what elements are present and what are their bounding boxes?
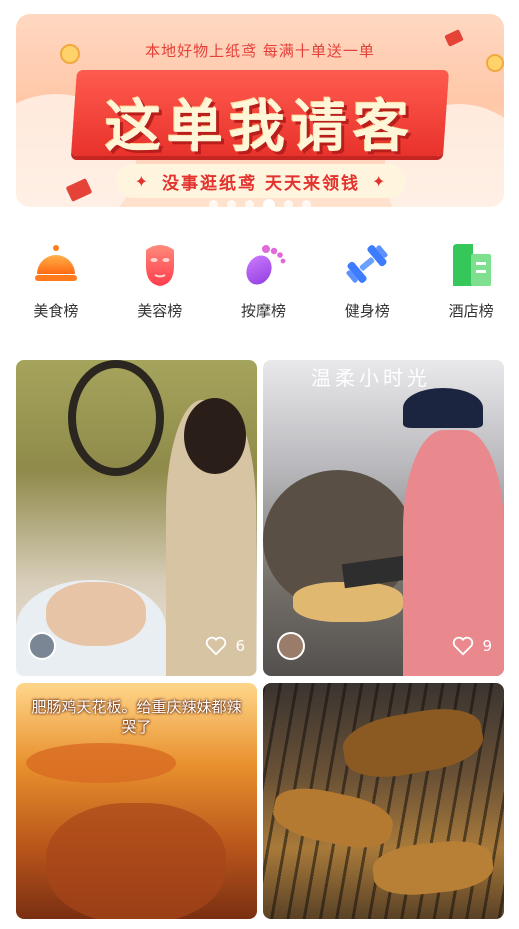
feed-card[interactable]: 6 xyxy=(16,360,257,676)
banner-pill-text: 没事逛纸鸢 天天来领钱 xyxy=(162,173,360,194)
like-count: 9 xyxy=(482,637,492,655)
sparkle-icon: ✦ xyxy=(134,171,151,191)
banner-subtitle: 本地好物上纸鸢 每满十单送一单 xyxy=(145,42,375,60)
hotel-building-icon xyxy=(447,240,495,288)
category-beauty[interactable]: 美容榜 xyxy=(112,240,208,321)
hair-shape xyxy=(184,398,246,474)
carousel-dot[interactable] xyxy=(302,200,311,207)
author-avatar[interactable] xyxy=(277,632,305,660)
category-label: 美容榜 xyxy=(137,302,183,320)
carousel-dot[interactable] xyxy=(284,200,293,207)
feed-card[interactable]: 温柔小时光 9 xyxy=(263,360,504,676)
carousel-dot-active[interactable] xyxy=(263,198,275,207)
spoon-shape xyxy=(26,743,176,783)
face-shape xyxy=(46,582,146,646)
dish-shape xyxy=(46,803,226,919)
feed-card[interactable] xyxy=(263,683,504,919)
video-watermark: 温柔小时光 xyxy=(311,366,431,390)
category-row: 美食榜 美容榜 按摩榜 健身榜 酒店榜 xyxy=(0,240,519,321)
food-cloche-icon xyxy=(32,240,80,288)
promo-banner[interactable]: 本地好物上纸鸢 每满十单送一单 这单我请客 ✦ 没事逛纸鸢 天天来领钱 ✦ xyxy=(16,14,504,207)
dumbbell-icon xyxy=(343,240,391,288)
category-label: 酒店榜 xyxy=(448,302,494,320)
card-caption: 肥肠鸡天花板。给重庆辣妹都辣哭了 xyxy=(31,698,242,736)
category-fitness[interactable]: 健身榜 xyxy=(319,240,415,321)
category-label: 美食榜 xyxy=(33,302,79,320)
category-label: 按摩榜 xyxy=(240,302,286,320)
sparkle-icon: ✦ xyxy=(371,171,388,191)
feed-card[interactable]: 肥肠鸡天花板。给重庆辣妹都辣哭了 xyxy=(16,683,257,919)
carousel-dot[interactable] xyxy=(227,200,236,207)
mirror-decoration xyxy=(68,360,164,476)
heart-icon xyxy=(453,636,474,656)
foot-icon xyxy=(239,240,287,288)
carousel-indicator xyxy=(16,198,504,207)
category-label: 健身榜 xyxy=(344,302,390,320)
like-counter[interactable]: 9 xyxy=(452,636,492,656)
carousel-dot[interactable] xyxy=(245,200,254,207)
face-mask-icon xyxy=(136,240,184,288)
banner-headline: 这单我请客 xyxy=(105,95,415,160)
like-count: 6 xyxy=(235,637,245,655)
banner-pill: ✦ 没事逛纸鸢 天天来领钱 ✦ xyxy=(116,164,406,198)
author-avatar[interactable] xyxy=(28,632,56,660)
like-counter[interactable]: 6 xyxy=(205,636,245,656)
heart-icon xyxy=(206,636,227,656)
carousel-dot[interactable] xyxy=(209,200,218,207)
category-massage[interactable]: 按摩榜 xyxy=(216,240,312,321)
cap-shape xyxy=(403,388,483,428)
category-hotel[interactable]: 酒店榜 xyxy=(423,240,519,321)
food-shape xyxy=(293,582,403,622)
category-food[interactable]: 美食榜 xyxy=(8,240,104,321)
